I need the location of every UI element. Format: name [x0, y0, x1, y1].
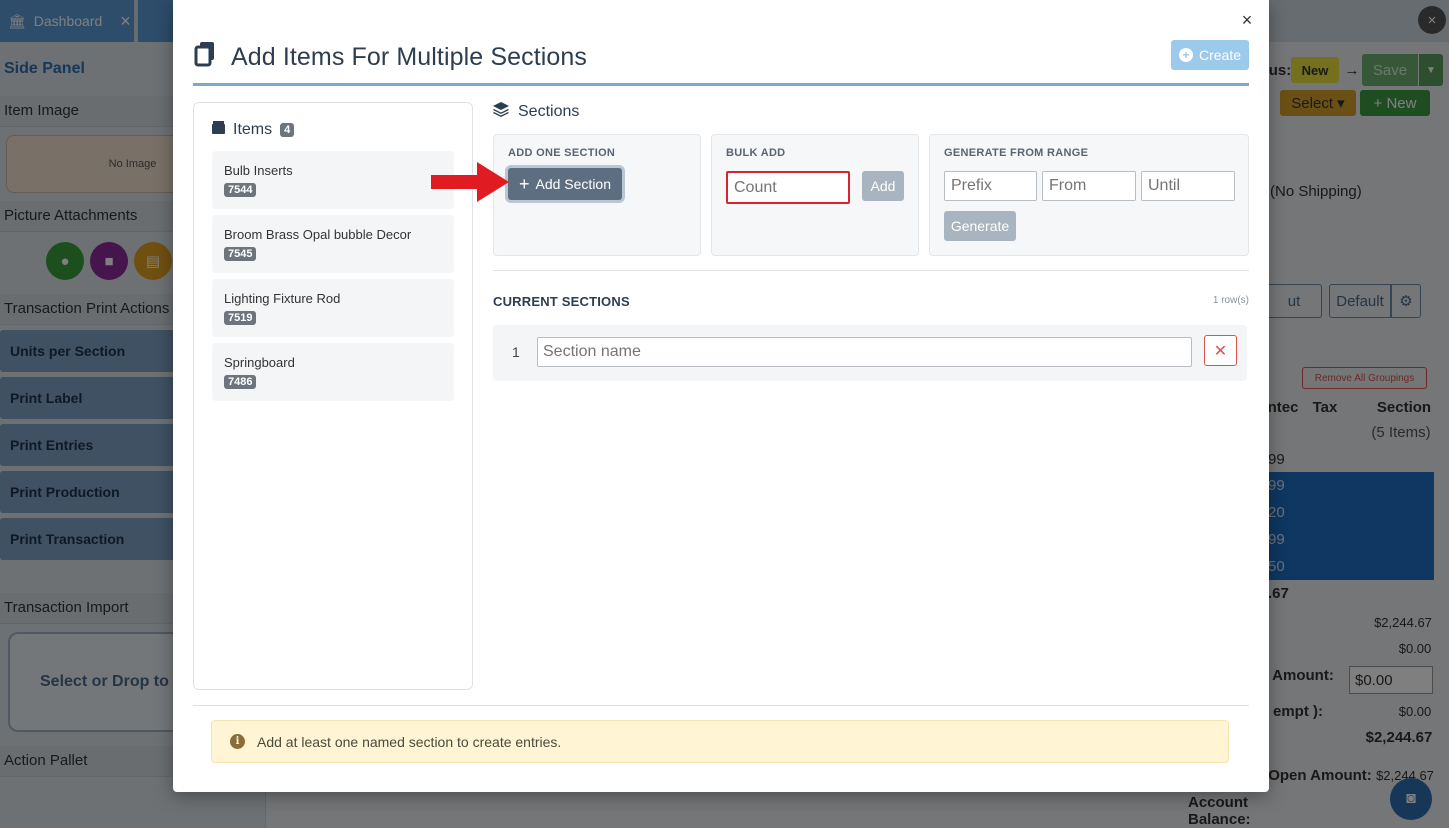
item-name: Broom Brass Opal bubble Decor: [224, 227, 412, 242]
add-one-section-card: ADD ONE SECTION + Add Section: [493, 134, 701, 256]
bulk-add-button[interactable]: Add: [862, 171, 904, 201]
divider: [493, 270, 1249, 271]
modal-header: Add Items For Multiple Sections + Create: [193, 40, 1249, 86]
item-id-badge: 7544: [224, 183, 257, 197]
prefix-input[interactable]: [944, 171, 1037, 201]
list-item[interactable]: Lighting Fixture Rod 7519: [212, 279, 454, 337]
items-count-badge: 4: [280, 123, 295, 137]
create-label: Create: [1198, 47, 1242, 63]
item-name: Springboard: [224, 355, 295, 370]
generate-range-card: GENERATE FROM RANGE Generate: [929, 134, 1249, 256]
sections-header-label: Sections: [518, 103, 580, 120]
layers-icon: [493, 102, 509, 122]
generate-range-label: GENERATE FROM RANGE: [944, 147, 1089, 159]
sections-header: Sections: [493, 102, 579, 122]
section-row: 1 ✕: [493, 325, 1247, 381]
rows-count: 1 row(s): [1212, 295, 1249, 306]
item-id-badge: 7519: [224, 311, 257, 325]
list-item[interactable]: Springboard 7486: [212, 343, 454, 401]
bulk-add-label: BULK ADD: [726, 147, 786, 159]
info-alert: i Add at least one named section to crea…: [211, 720, 1229, 763]
plus-icon: +: [518, 174, 530, 194]
bulk-add-card: BULK ADD Add: [711, 134, 919, 256]
box-icon: [212, 121, 225, 139]
items-header: Items 4: [212, 121, 295, 139]
item-id-badge: 7545: [224, 247, 257, 261]
pointer-arrow-icon: [431, 162, 509, 202]
modal-title: Add Items For Multiple Sections: [231, 43, 588, 71]
until-input[interactable]: [1141, 171, 1235, 201]
count-input[interactable]: [726, 171, 850, 204]
section-name-input[interactable]: [537, 337, 1192, 367]
close-icon: ✕: [1213, 342, 1228, 360]
item-name: Lighting Fixture Rod: [224, 291, 341, 306]
delete-section-button[interactable]: ✕: [1204, 335, 1237, 366]
add-section-label: Add Section: [535, 176, 612, 192]
close-icon[interactable]: ×: [1239, 10, 1255, 30]
plus-circle-icon: +: [1178, 48, 1193, 62]
current-sections-title: CURRENT SECTIONS: [493, 294, 630, 309]
footer-divider: [193, 705, 1249, 706]
info-icon: i: [230, 734, 245, 749]
section-row-number: 1: [512, 344, 520, 360]
create-button[interactable]: + Create: [1171, 40, 1249, 70]
list-item[interactable]: Broom Brass Opal bubble Decor 7545: [212, 215, 454, 273]
items-header-label: Items: [233, 121, 273, 138]
generate-button[interactable]: Generate: [944, 211, 1016, 241]
add-one-section-label: ADD ONE SECTION: [508, 147, 616, 159]
alert-text: Add at least one named section to create…: [257, 733, 562, 750]
copy-icon: [193, 40, 219, 71]
add-section-button[interactable]: + Add Section: [508, 168, 622, 200]
item-name: Bulb Inserts: [224, 163, 293, 178]
list-item[interactable]: Bulb Inserts 7544: [212, 151, 454, 209]
add-items-modal: × Add Items For Multiple Sections + Crea…: [173, 0, 1269, 792]
from-input[interactable]: [1042, 171, 1136, 201]
item-id-badge: 7486: [224, 375, 257, 389]
